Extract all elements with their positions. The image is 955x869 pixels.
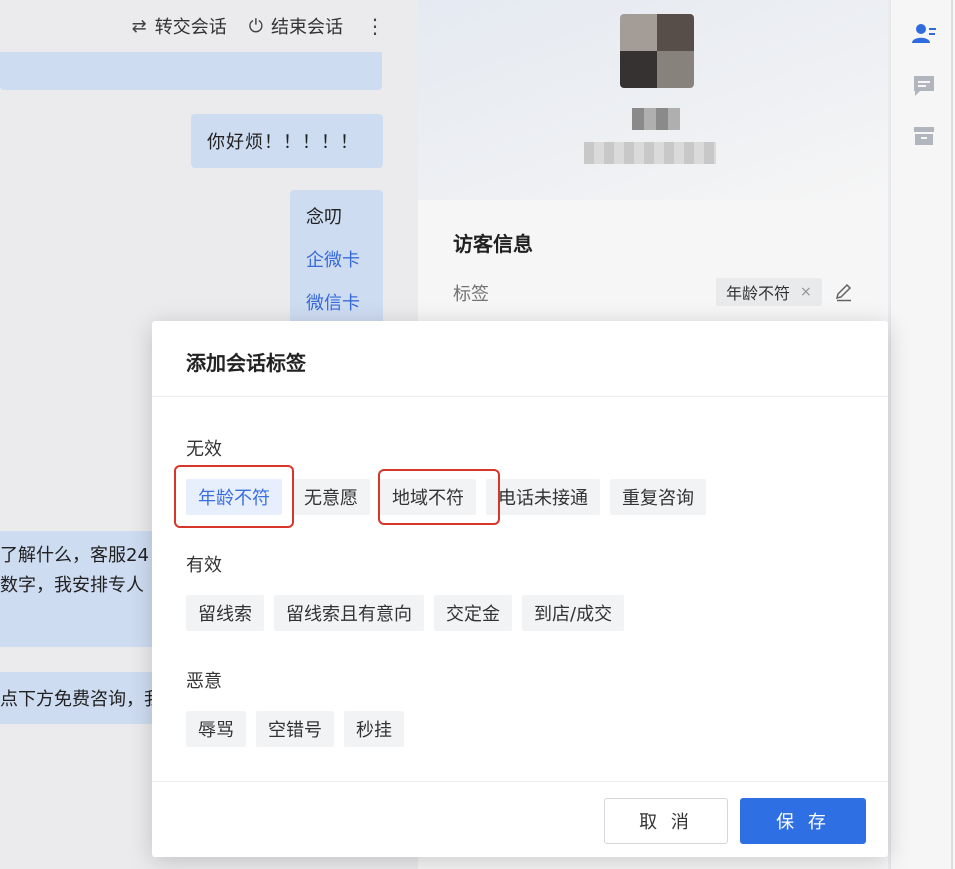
more-options-icon[interactable]: ⋮ (365, 14, 385, 38)
end-session-button[interactable]: ⏻ 结束会话 (249, 13, 343, 39)
current-tag-text: 年龄不符 (726, 284, 791, 303)
visitor-name-obscured (632, 108, 680, 130)
current-tag-chip: 年龄不符 × (716, 278, 822, 306)
transfer-icon: ⇄ (131, 15, 147, 37)
tag-option[interactable]: 年龄不符 (186, 479, 282, 515)
tag-option[interactable]: 地域不符 (380, 479, 476, 515)
chat-bubble: 你好烦！！！！！ (191, 114, 383, 168)
tag-group-valid-label: 有效 (186, 555, 222, 576)
divider (951, 0, 953, 869)
archive-icon[interactable] (910, 122, 938, 150)
tag-option[interactable]: 电话未接通 (486, 479, 600, 515)
tag-option[interactable]: 重复咨询 (610, 479, 706, 515)
message-text: 点下方免费咨询，我 (0, 689, 162, 710)
tag-option[interactable]: 留线索且有意向 (274, 595, 424, 631)
comment-icon[interactable] (910, 72, 938, 100)
tag-option[interactable]: 交定金 (434, 595, 512, 631)
end-session-label: 结束会话 (271, 17, 343, 38)
visitor-info-title: 访客信息 (453, 232, 533, 256)
message-text: 了解什么，客服24 (0, 545, 149, 566)
tag-group-malicious: 辱骂 空错号 秒挂 (186, 711, 404, 747)
message-text: 数字，我安排专人 (0, 575, 144, 596)
tag-field-label: 标签 (453, 284, 489, 305)
transfer-session-button[interactable]: ⇄ 转交会话 (132, 13, 227, 39)
add-session-tag-dialog: 添加会话标签 无效 年龄不符 无意愿 地域不符 电话未接通 重复咨询 有效 留线… (152, 321, 888, 857)
save-button[interactable]: 保 存 (740, 798, 866, 844)
tag-option[interactable]: 秒挂 (344, 711, 404, 747)
tag-group-invalid: 年龄不符 无意愿 地域不符 电话未接通 重复咨询 (186, 479, 706, 515)
tag-group-valid: 留线索 留线索且有意向 交定金 到店/成交 (186, 595, 625, 631)
transfer-session-label: 转交会话 (154, 17, 227, 38)
tag-option[interactable]: 辱骂 (186, 711, 246, 747)
chat-header: ⇄ 转交会话 ⏻ 结束会话 ⋮ (0, 0, 415, 52)
avatar (620, 14, 694, 88)
close-icon[interactable]: × (800, 284, 812, 300)
message-text: 你好烦！！！！！ (207, 132, 359, 153)
profile-header (418, 0, 888, 200)
chat-bubble: 念叨 企微卡 微信卡 (290, 190, 383, 330)
visitor-id-obscured (584, 142, 716, 164)
dialog-header: 添加会话标签 (152, 321, 888, 397)
visitor-info-icon[interactable] (910, 20, 938, 48)
message-link[interactable]: 企微卡 (306, 247, 383, 290)
tag-group-invalid-label: 无效 (186, 439, 222, 460)
power-icon: ⏻ (248, 15, 263, 37)
cancel-button[interactable]: 取 消 (604, 798, 728, 844)
tag-option[interactable]: 留线索 (186, 595, 264, 631)
tag-option[interactable]: 无意愿 (292, 479, 370, 515)
dialog-footer: 取 消 保 存 (152, 781, 888, 857)
message-text: 念叨 (306, 207, 342, 228)
tag-option[interactable]: 到店/成交 (522, 595, 625, 631)
dialog-title: 添加会话标签 (186, 351, 306, 375)
chat-bubble: 了解什么，客服24 数字，我安排专人 (0, 531, 170, 647)
right-rail (890, 0, 955, 869)
tag-option[interactable]: 空错号 (256, 711, 334, 747)
chat-bubble (0, 52, 382, 90)
edit-icon[interactable] (834, 282, 854, 307)
chat-bubble: 点下方免费咨询，我 (0, 672, 170, 724)
tag-group-malicious-label: 恶意 (186, 671, 222, 692)
